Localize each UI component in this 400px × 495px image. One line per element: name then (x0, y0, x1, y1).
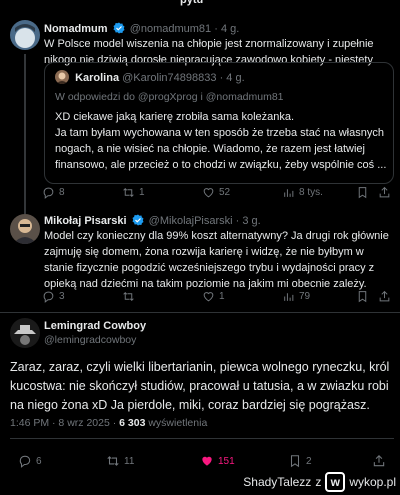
avatar[interactable] (10, 318, 40, 348)
like-count: 52 (219, 187, 231, 198)
wykop-watermark: ShadyTalezz z w wykop.pl (243, 471, 396, 493)
quote-avatar (55, 70, 69, 84)
like-button[interactable]: 52 (202, 186, 230, 199)
reply-button[interactable]: 3 (42, 290, 65, 303)
retweet-count: 11 (124, 455, 135, 467)
tweet-lemingrad-main[interactable]: Lemingrad Cowboy @lemingradcowboy Zaraz,… (0, 314, 400, 474)
tweet-time[interactable]: · 4 g. (214, 23, 239, 35)
quote-header: Karolina @Karolin74898833 · 4 g. (55, 70, 245, 84)
reply-button[interactable]: 6 (18, 454, 42, 468)
author-handle[interactable]: @MikolajPisarski (149, 215, 233, 227)
avatar[interactable] (10, 214, 40, 244)
tweet-actions: 8 1 52 8 tys. (38, 186, 394, 202)
heart-filled-icon (202, 456, 212, 466)
bookmark-button[interactable] (356, 290, 369, 303)
verified-icon (132, 214, 144, 226)
like-button[interactable]: 151 (200, 454, 235, 468)
tweet-time[interactable]: · 3 g. (236, 215, 261, 227)
retweet-button[interactable]: 1 (122, 186, 145, 199)
retweet-count: 1 (139, 187, 145, 198)
share-icon (379, 186, 390, 198)
like-button[interactable]: 1 (202, 290, 225, 303)
watermark-site: wykop.pl (349, 475, 396, 489)
views-count: 6 303 (119, 417, 146, 429)
avatar[interactable] (10, 20, 40, 50)
retweet-icon (123, 188, 134, 197)
like-count: 151 (218, 455, 235, 467)
share-button[interactable] (378, 186, 391, 199)
author-name[interactable]: Nomadmum (44, 23, 108, 35)
views-icon (284, 293, 294, 301)
tweet-header: Nomadmum @nomadmum81 · 4 g. (44, 22, 239, 35)
reply-icon (43, 187, 54, 199)
views-icon (284, 189, 294, 197)
wykop-logo-icon: w (325, 472, 346, 492)
quote-text: XD ciekawe jaką karierę zrobiła sama kol… (55, 111, 387, 171)
reply-count: 6 (36, 455, 42, 467)
tweet-timestamp[interactable]: 1:46 PM · 8 wrz 2025 · (10, 417, 119, 429)
bookmark-count: 2 (306, 455, 312, 467)
tweet-divider (0, 312, 400, 313)
retweet-icon (123, 292, 134, 301)
bookmark-button[interactable]: 2 (288, 454, 312, 468)
reply-count: 3 (59, 291, 65, 302)
author-name[interactable]: Mikołaj Pisarski (44, 215, 127, 227)
bookmark-icon (358, 187, 367, 199)
share-icon (379, 290, 390, 302)
meta-divider (10, 438, 394, 439)
tweet-actions: 6 11 151 2 (10, 454, 394, 472)
top-fragment-text: pytu (180, 0, 204, 6)
retweet-button[interactable]: 11 (106, 454, 134, 468)
views-button[interactable]: 8 tys. (282, 186, 323, 199)
share-icon (373, 455, 385, 467)
verified-icon (113, 22, 125, 34)
watermark-z: z (315, 475, 322, 489)
quoted-tweet[interactable]: Karolina @Karolin74898833 · 4 g. W odpow… (44, 62, 394, 184)
views-button[interactable]: 79 (282, 290, 310, 303)
quote-author-handle: @Karolin74898833 (122, 72, 217, 84)
tweet-meta: 1:46 PM · 8 wrz 2025 · 6 303 wyświetleni… (10, 417, 207, 429)
tweet-text: Model czy konieczny dla 99% koszt altern… (44, 230, 389, 290)
bookmark-icon (290, 455, 300, 468)
views-count: 79 (299, 291, 311, 302)
views-label: wyświetlenia (145, 417, 208, 429)
tweet-nomadmum[interactable]: Nomadmum @nomadmum81 · 4 g. W Polsce mod… (0, 12, 400, 214)
share-button[interactable] (378, 290, 391, 303)
share-button[interactable] (372, 454, 386, 468)
reply-button[interactable]: 8 (42, 186, 65, 199)
retweet-icon (107, 456, 119, 466)
tweet-header: Mikołaj Pisarski @MikolajPisarski · 3 g. (44, 214, 261, 227)
heart-icon (203, 292, 214, 302)
reply-icon (43, 291, 54, 303)
heart-icon (203, 188, 214, 198)
reply-count: 8 (59, 187, 65, 198)
top-cutoff: pytu (0, 0, 400, 8)
quote-author-name: Karolina (75, 72, 120, 84)
tweet-text: Zaraz, zaraz, czyli wielki libertarianin… (10, 360, 390, 412)
like-count: 1 (219, 291, 225, 302)
tweet-actions: 3 1 79 (38, 290, 394, 306)
tweet-mikolaj[interactable]: Mikołaj Pisarski @MikolajPisarski · 3 g.… (0, 210, 400, 310)
quote-time: · 4 g. (219, 72, 245, 84)
bookmark-icon (358, 291, 367, 303)
author-name[interactable]: Lemingrad Cowboy (44, 320, 146, 332)
bookmark-button[interactable] (356, 186, 369, 199)
author-handle[interactable]: @lemingradcowboy (44, 334, 136, 346)
watermark-user: ShadyTalezz (243, 475, 312, 489)
author-handle[interactable]: @nomadmum81 (130, 23, 211, 35)
reply-context: W odpowiedzi do @progXprog i @nomadmum81 (55, 91, 284, 103)
views-count: 8 tys. (299, 187, 323, 198)
retweet-button[interactable] (122, 290, 139, 303)
reply-icon (19, 455, 31, 468)
thread-line (24, 54, 26, 214)
